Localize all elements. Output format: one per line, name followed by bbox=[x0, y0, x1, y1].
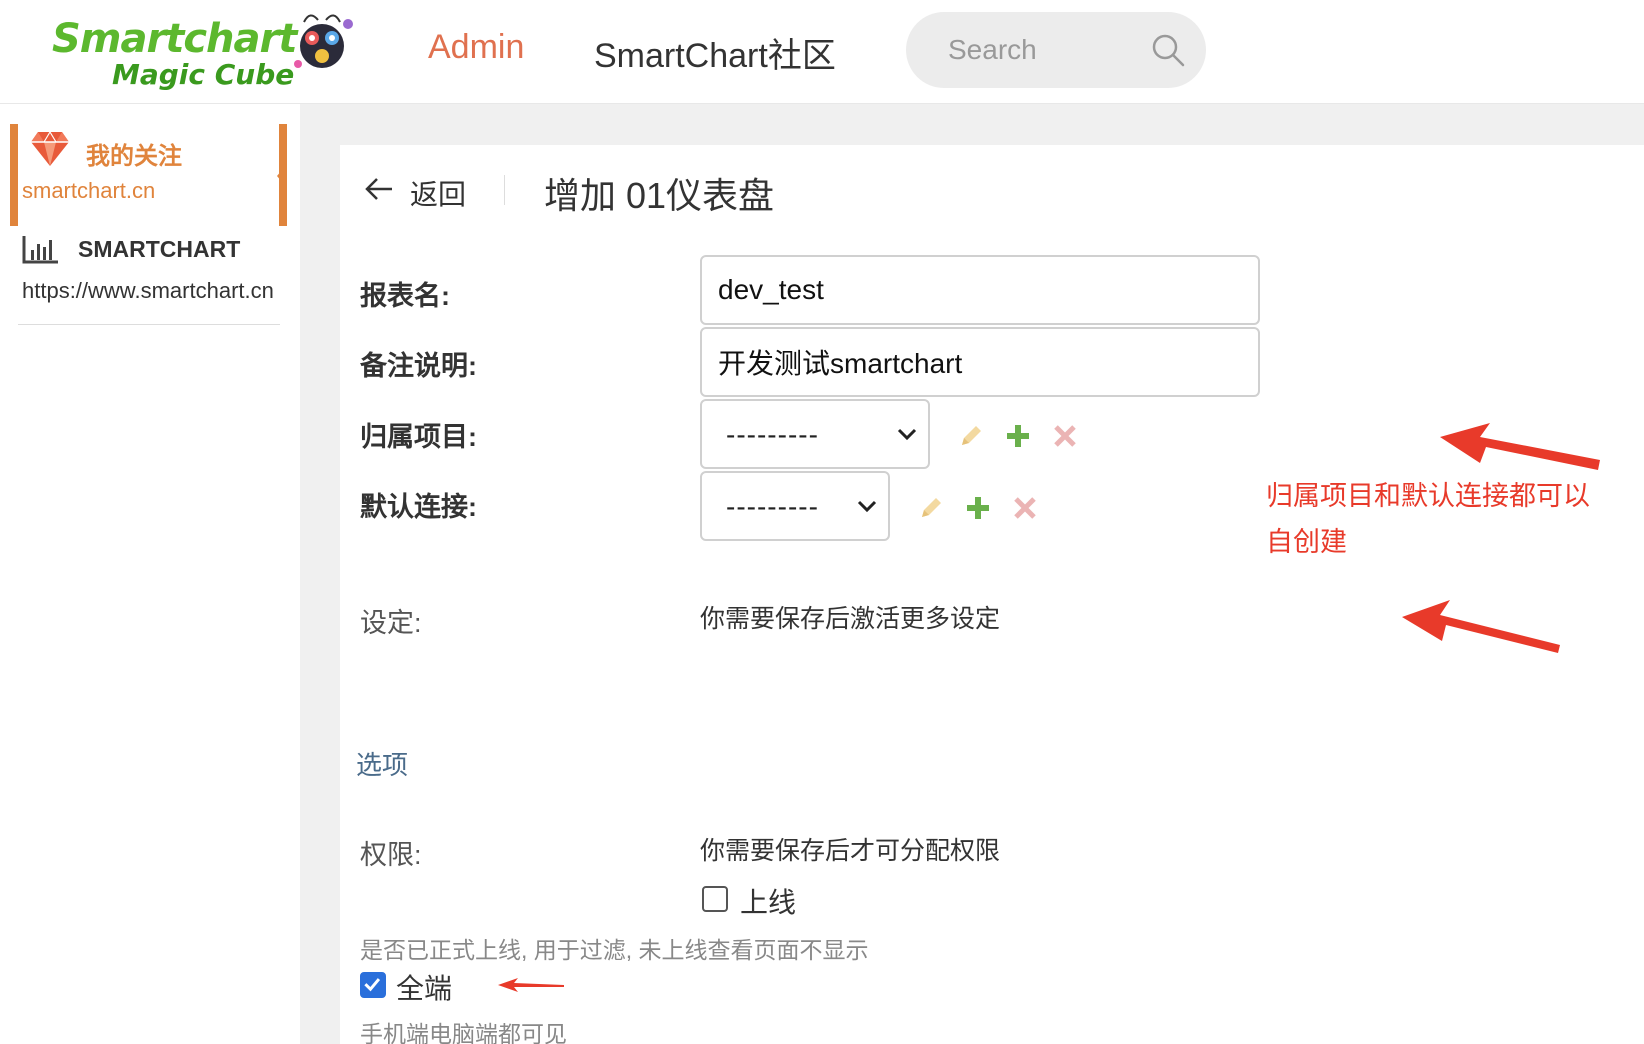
sidebar-item-smartchart-url[interactable]: https://www.smartchart.cn bbox=[22, 278, 274, 304]
report-name-input[interactable]: dev_test bbox=[700, 255, 1260, 325]
logo-sub-text: Magic Cube bbox=[112, 58, 295, 91]
online-checkbox[interactable] bbox=[702, 886, 728, 912]
report-name-label: 报表名: bbox=[360, 281, 450, 311]
sidebar-item-label: 我的关注 bbox=[86, 143, 182, 170]
logo-main-text: Smartchart bbox=[52, 16, 297, 62]
page-title: 增加 01仪表盘 bbox=[544, 175, 775, 216]
bar-chart-icon bbox=[22, 236, 58, 264]
sidebar-divider bbox=[18, 324, 280, 325]
options-section-title[interactable]: 选项 bbox=[356, 745, 408, 782]
nav-admin-link[interactable]: Admin bbox=[428, 28, 524, 67]
online-help-text: 是否已正式上线, 用于过滤, 未上线查看页面不显示 bbox=[360, 937, 869, 963]
online-checkbox-label[interactable]: 上线 bbox=[740, 881, 796, 921]
chevron-down-icon bbox=[897, 428, 917, 441]
checkmark-icon bbox=[364, 978, 381, 992]
annotation-text-line1: 归属项目和默认连接都可以 bbox=[1266, 481, 1590, 511]
main-panel: 返回 增加 01仪表盘 报表名: dev_test 备注说明: 开发测试smar… bbox=[340, 145, 1644, 1044]
remark-label: 备注说明: bbox=[360, 351, 477, 381]
arrow-left-icon[interactable] bbox=[364, 175, 394, 203]
back-button[interactable]: 返回 bbox=[410, 173, 466, 213]
annotation-arrows bbox=[1402, 423, 1600, 653]
add-connection-plus-icon[interactable] bbox=[965, 495, 991, 521]
sidebar-item-my-follow[interactable]: 我的关注 smartchart.cn bbox=[10, 124, 287, 226]
annotation-small-arrow bbox=[498, 978, 564, 992]
connection-label: 默认连接: bbox=[360, 492, 477, 522]
connection-select-value: --------- bbox=[726, 491, 819, 522]
sidebar-item-smartchart[interactable]: SMARTCHART bbox=[78, 236, 240, 263]
edit-connection-pencil-icon[interactable] bbox=[918, 495, 944, 521]
report-name-value: dev_test bbox=[718, 274, 824, 305]
edit-project-pencil-icon[interactable] bbox=[958, 423, 984, 449]
settings-hint: 你需要保存后激活更多设定 bbox=[700, 605, 1001, 633]
search-input[interactable]: Search bbox=[948, 34, 1037, 66]
project-select[interactable]: --------- bbox=[700, 399, 930, 469]
top-header: Smartchart Magic Cube Admin SmartChart社区… bbox=[0, 0, 1644, 104]
search-icon[interactable] bbox=[1150, 32, 1186, 68]
project-select-value: --------- bbox=[726, 419, 819, 450]
active-notch bbox=[277, 164, 287, 188]
project-label: 归属项目: bbox=[360, 422, 477, 452]
smartchart-logo[interactable]: Smartchart Magic Cube bbox=[52, 8, 353, 91]
chevron-down-icon bbox=[857, 500, 877, 513]
permission-hint: 你需要保存后才可分配权限 bbox=[700, 837, 1001, 865]
search-box[interactable]: Search bbox=[906, 12, 1206, 88]
magic-cube-mascot-icon bbox=[294, 14, 353, 68]
nav-community-link[interactable]: SmartChart社区 bbox=[594, 28, 836, 77]
permission-label: 权限: bbox=[360, 840, 422, 870]
sidebar: 我的关注 smartchart.cn SMARTCHART https://ww… bbox=[0, 104, 300, 1044]
delete-project-x-icon[interactable] bbox=[1052, 423, 1078, 449]
add-project-plus-icon[interactable] bbox=[1005, 423, 1031, 449]
sidebar-item-url: smartchart.cn bbox=[22, 178, 156, 203]
all-platform-checkbox-label[interactable]: 全端 bbox=[396, 967, 452, 1007]
remark-value: 开发测试smartchart bbox=[718, 348, 963, 379]
settings-label: 设定: bbox=[360, 608, 422, 638]
diamond-icon bbox=[31, 131, 69, 166]
connection-select[interactable]: --------- bbox=[700, 471, 890, 541]
remark-input[interactable]: 开发测试smartchart bbox=[700, 327, 1260, 397]
title-divider bbox=[504, 175, 505, 205]
annotation-text-line2: 自创建 bbox=[1266, 527, 1347, 557]
delete-connection-x-icon[interactable] bbox=[1012, 495, 1038, 521]
all-platform-help-text: 手机端电脑端都可见 bbox=[360, 1021, 567, 1044]
all-platform-checkbox[interactable] bbox=[360, 972, 386, 998]
